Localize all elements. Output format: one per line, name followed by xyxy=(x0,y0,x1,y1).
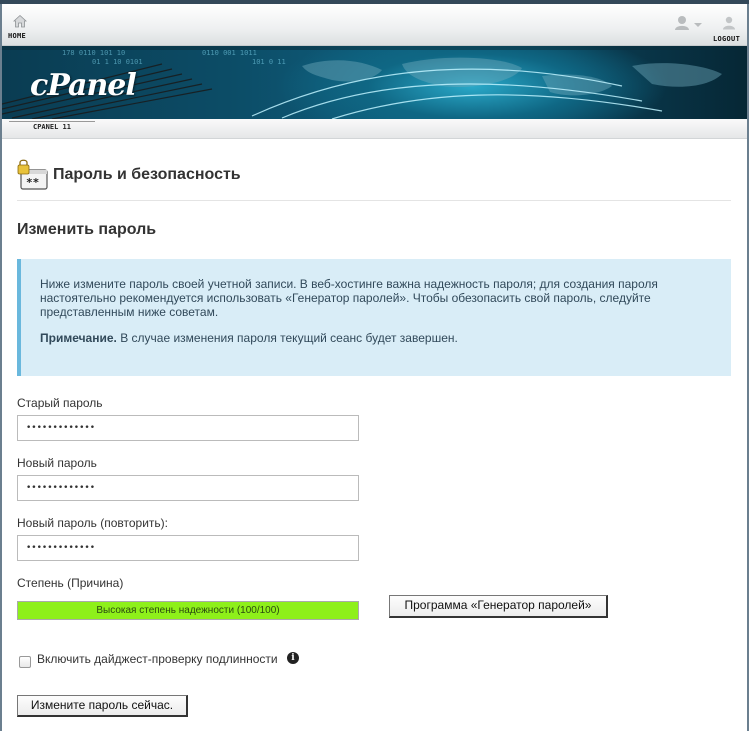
note-text: В случае изменения пароля текущий сеанс … xyxy=(116,331,458,345)
new-password-label: Новый пароль xyxy=(17,456,97,470)
new-password-input[interactable]: ••••••••••••• xyxy=(17,475,359,501)
info-callout: Ниже измените пароль своей учетной запис… xyxy=(17,259,731,376)
logout-label: LOGOUT xyxy=(713,35,741,43)
page-header: ** Пароль и безопасность xyxy=(17,159,731,201)
repeat-password-input[interactable]: ••••••••••••• xyxy=(17,535,359,561)
breadcrumb-bar: CPANEL 11 xyxy=(2,119,747,139)
password-strength-meter: Высокая степень надежности (100/100) xyxy=(17,601,359,620)
logout-link[interactable]: LOGOUT xyxy=(710,12,746,43)
info-note: Примечание. В случае изменения пароля те… xyxy=(40,331,715,345)
breadcrumb-cpanel[interactable]: CPANEL 11 xyxy=(9,121,95,133)
home-label: HOME xyxy=(8,32,27,40)
logout-icon xyxy=(723,16,735,30)
strength-label: Степень (Причина) xyxy=(17,576,124,590)
password-generator-button[interactable]: Программа «Генератор паролей» xyxy=(389,595,608,618)
home-icon xyxy=(13,14,27,28)
top-navigation: HOME LOGOUT xyxy=(2,4,747,46)
digest-auth-label: Включить дайджест-проверку подлинности xyxy=(37,652,278,666)
svg-text:178 0110 101 10: 178 0110 101 10 xyxy=(62,49,125,57)
home-link[interactable]: HOME xyxy=(8,12,34,42)
lock-password-icon: ** xyxy=(17,159,48,190)
section-title: Изменить пароль xyxy=(17,221,157,238)
svg-text:**: ** xyxy=(26,176,39,189)
digest-auth-checkbox[interactable] xyxy=(19,656,31,668)
repeat-password-label: Новый пароль (повторить): xyxy=(17,516,168,530)
old-password-label: Старый пароль xyxy=(17,396,103,410)
strength-text: Высокая степень надежности (100/100) xyxy=(96,605,280,616)
old-password-input[interactable]: ••••••••••••• xyxy=(17,415,359,441)
cpanel-banner: 178 0110 101 10 0110 001 1011 01 1 10 010… xyxy=(2,46,747,119)
info-icon[interactable]: i xyxy=(287,652,299,664)
cpanel-logo: cPanel xyxy=(30,68,137,103)
note-label: Примечание. xyxy=(40,331,117,345)
svg-text:01 1 10 0101: 01 1 10 0101 xyxy=(92,58,143,66)
svg-text:101 0 11: 101 0 11 xyxy=(252,58,286,66)
svg-text:0110 001 1011: 0110 001 1011 xyxy=(202,49,257,57)
user-icon xyxy=(675,16,702,30)
change-password-button[interactable]: Измените пароль сейчас. xyxy=(17,695,188,717)
page-title: Пароль и безопасность xyxy=(53,166,241,183)
info-text: Ниже измените пароль своей учетной запис… xyxy=(40,277,658,319)
user-menu[interactable] xyxy=(674,15,704,31)
